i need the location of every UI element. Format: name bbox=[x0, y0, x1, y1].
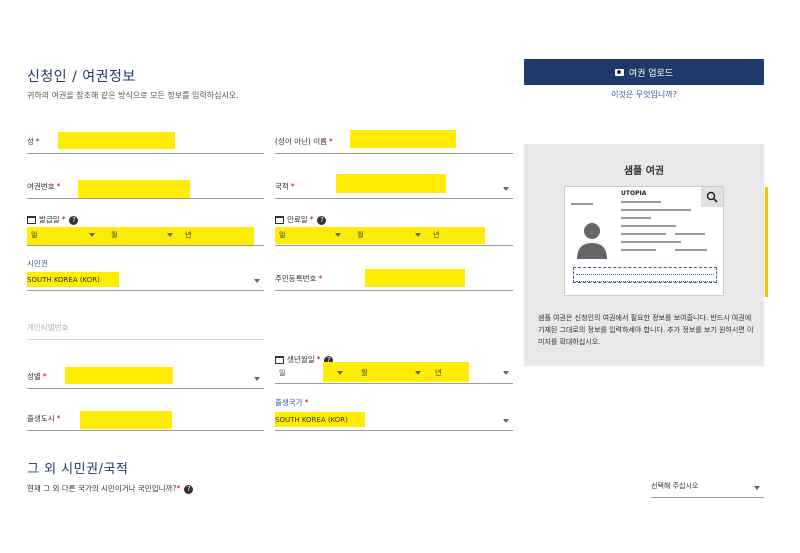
chevron-down-icon bbox=[254, 377, 260, 381]
help-icon[interactable]: ? bbox=[184, 484, 194, 494]
birth-date-label: 생년월일 bbox=[287, 355, 315, 364]
help-icon[interactable]: ? bbox=[69, 215, 79, 225]
expiry-date-field[interactable]: 일 월 년 bbox=[275, 226, 513, 246]
chevron-down-icon bbox=[89, 233, 95, 237]
required-mark: * bbox=[176, 484, 181, 493]
birth-city-redaction bbox=[80, 411, 172, 429]
chevron-down-icon bbox=[337, 371, 343, 375]
citizenship-value: SOUTH KOREA (KOR) bbox=[27, 276, 100, 284]
sample-passport-title: 샘플 여권 bbox=[623, 166, 665, 177]
birth-country-select[interactable]: SOUTH KOREA (KOR) bbox=[275, 407, 513, 431]
expiry-month-select[interactable]: 월 bbox=[357, 230, 363, 240]
chevron-down-icon bbox=[335, 233, 341, 237]
sample-passport-description: 샘플 여권은 신청인의 여권에서 필요한 정보를 보여줍니다. 반드시 여권에 … bbox=[538, 314, 754, 346]
issue-day-select[interactable]: 일 bbox=[31, 230, 37, 240]
person-silhouette-icon bbox=[577, 223, 607, 259]
required-mark: * bbox=[309, 215, 314, 224]
required-mark: * bbox=[56, 414, 61, 423]
required-mark: * bbox=[318, 274, 323, 283]
chevron-down-icon bbox=[415, 233, 421, 237]
passport-upload-button[interactable]: 여권 업로드 bbox=[524, 59, 764, 85]
required-mark: * bbox=[329, 137, 333, 146]
surname-redaction bbox=[58, 132, 175, 149]
help-icon[interactable]: ? bbox=[317, 215, 327, 225]
personal-id-placeholder: 개인식별번호 bbox=[27, 323, 69, 332]
birth-date-field[interactable]: 일 월 년 bbox=[275, 364, 513, 384]
resident-number-label: 주민등록번호 bbox=[275, 274, 317, 283]
passport-number-redaction bbox=[78, 180, 190, 198]
nationality-redaction bbox=[336, 174, 446, 193]
other-citizenship-question: 현재 그 외 다른 국가의 시민이거나 국민입니까? bbox=[27, 484, 177, 493]
required-mark: * bbox=[316, 355, 321, 364]
gender-label: 성별 bbox=[27, 372, 41, 381]
calendar-icon bbox=[27, 216, 36, 224]
required-mark: * bbox=[61, 215, 66, 224]
passport-mrz-zone bbox=[573, 267, 717, 283]
birth-day-select[interactable]: 일 bbox=[279, 368, 285, 378]
issue-month-select[interactable]: 월 bbox=[111, 230, 117, 240]
issue-date-label: 발급일 bbox=[39, 215, 60, 224]
birth-year-select[interactable]: 년 bbox=[435, 368, 441, 378]
upload-button-label: 여권 업로드 bbox=[628, 68, 674, 79]
other-citizenship-select[interactable]: 선택해 주십시오 bbox=[651, 476, 764, 498]
issue-year-select[interactable]: 년 bbox=[185, 230, 191, 240]
citizenship-select[interactable]: SOUTH KOREA (KOR) bbox=[27, 267, 264, 291]
chevron-down-icon bbox=[415, 371, 421, 375]
other-citizenship-select-value: 선택해 주십시오 bbox=[651, 482, 699, 490]
birth-country-value: SOUTH KOREA (KOR) bbox=[275, 416, 348, 424]
camera-icon bbox=[614, 68, 624, 76]
birth-city-label: 출생도시 bbox=[27, 414, 55, 423]
expiry-date-label: 만료일 bbox=[287, 215, 308, 224]
required-mark: * bbox=[304, 398, 309, 407]
surname-label: 성 bbox=[27, 137, 34, 146]
required-mark: * bbox=[35, 137, 40, 146]
calendar-icon bbox=[275, 356, 284, 364]
scrollbar[interactable] bbox=[765, 187, 768, 297]
issue-date-field[interactable]: 일 월 년 bbox=[27, 226, 264, 246]
chevron-down-icon bbox=[503, 187, 509, 191]
required-mark: * bbox=[42, 372, 47, 381]
resident-number-redaction bbox=[365, 269, 465, 287]
expiry-day-select[interactable]: 일 bbox=[279, 230, 285, 240]
other-citizenship-title: 그 외 시민권/국적 bbox=[27, 462, 129, 477]
nationality-label: 국적 bbox=[275, 182, 289, 191]
chevron-down-icon bbox=[503, 419, 509, 423]
birth-country-label: 출생국가 bbox=[275, 398, 303, 407]
personal-id-field[interactable]: 개인식별번호 bbox=[27, 316, 264, 340]
chevron-down-icon bbox=[503, 371, 509, 375]
birth-month-select[interactable]: 월 bbox=[361, 368, 367, 378]
sample-passport-image[interactable]: UTOPIA bbox=[564, 186, 724, 296]
given-name-redaction bbox=[350, 130, 456, 148]
sample-passport-panel: 샘플 여권 UTOPIA 샘플 여권은 신청인의 여권에서 필요한 정보를 보여… bbox=[524, 144, 764, 366]
zoom-search-icon[interactable] bbox=[701, 187, 723, 207]
page-subtitle: 귀하의 여권을 참조해 같은 방식으로 모든 정보를 입력하십시오. bbox=[27, 91, 239, 100]
expiry-year-select[interactable]: 년 bbox=[433, 230, 439, 240]
chevron-down-icon bbox=[167, 233, 173, 237]
calendar-icon bbox=[275, 216, 284, 224]
gender-redaction bbox=[65, 367, 173, 384]
sample-passport-country: UTOPIA bbox=[621, 190, 647, 197]
given-name-label: (성이 아닌) 이름 bbox=[275, 137, 328, 146]
required-mark: * bbox=[56, 182, 61, 191]
page-title: 신청인 / 여권정보 bbox=[27, 69, 136, 85]
required-mark: * bbox=[290, 182, 295, 191]
what-is-this-link[interactable]: 이것은 무엇입니까? bbox=[524, 89, 764, 100]
passport-number-label: 여권번호 bbox=[27, 182, 55, 191]
chevron-down-icon bbox=[754, 486, 760, 490]
chevron-down-icon bbox=[254, 279, 260, 283]
